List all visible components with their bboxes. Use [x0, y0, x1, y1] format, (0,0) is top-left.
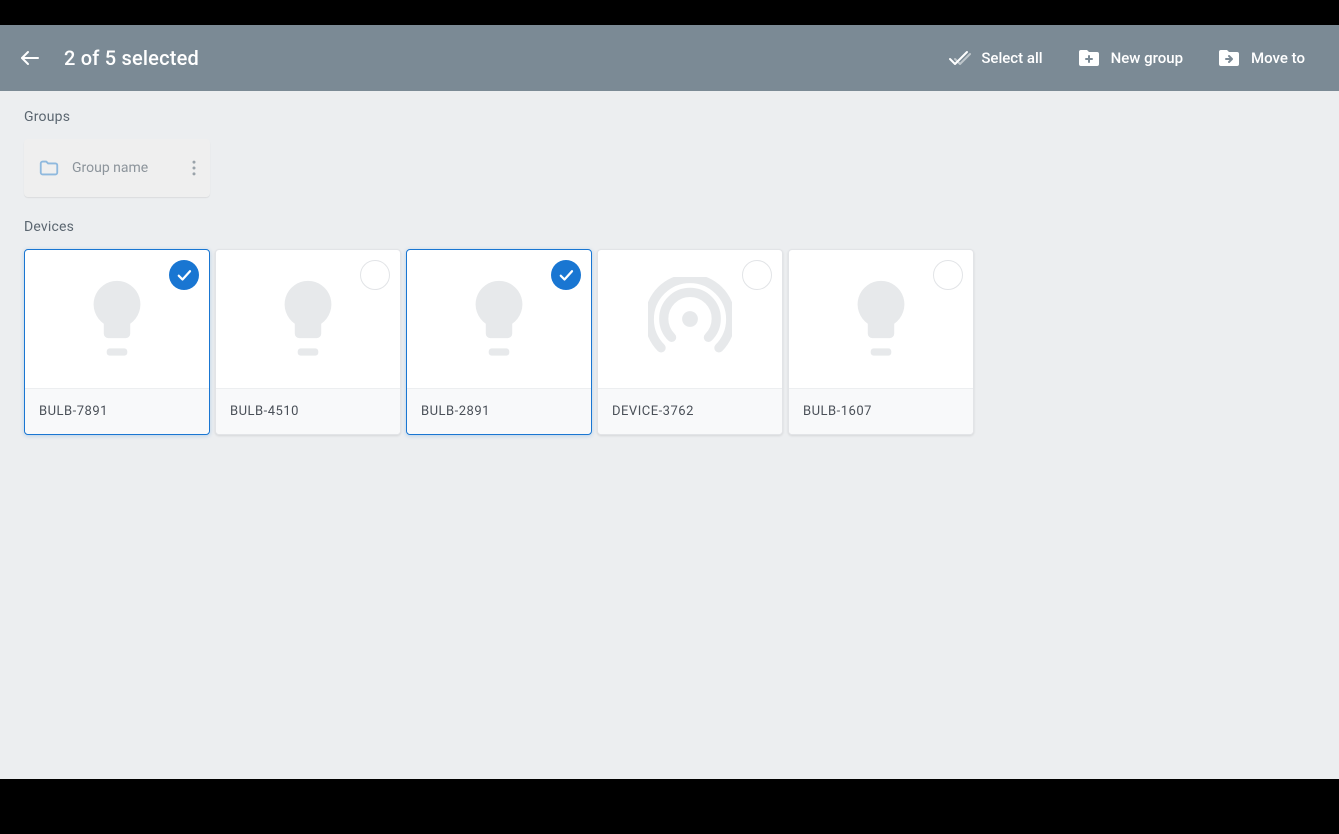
groups-row: Group name — [24, 139, 1315, 197]
device-name-label: BULB-2891 — [407, 388, 591, 434]
device-name-label: BULB-7891 — [25, 388, 209, 434]
selection-toggle[interactable] — [551, 260, 581, 290]
select-all-label: Select all — [981, 49, 1042, 67]
select-all-icon — [947, 46, 971, 70]
device-card[interactable]: DEVICE-3762 — [597, 249, 783, 435]
device-name-label: BULB-4510 — [216, 388, 400, 434]
devices-section-label: Devices — [24, 219, 1315, 235]
selection-toggle[interactable] — [169, 260, 199, 290]
selection-toggle[interactable] — [360, 260, 390, 290]
move-to-label: Move to — [1251, 49, 1305, 67]
back-arrow-icon[interactable] — [18, 46, 42, 70]
move-to-button[interactable]: Move to — [1217, 46, 1305, 70]
device-card[interactable]: BULB-4510 — [215, 249, 401, 435]
devices-row: BULB-7891 BULB-4510 BULB-2891 DEVICE-376… — [24, 249, 1315, 435]
device-name-label: DEVICE-3762 — [598, 388, 782, 434]
more-vert-icon[interactable] — [184, 158, 204, 178]
device-card[interactable]: BULB-7891 — [24, 249, 210, 435]
folder-icon — [38, 157, 60, 179]
device-card[interactable]: BULB-2891 — [406, 249, 592, 435]
device-name-label: BULB-1607 — [789, 388, 973, 434]
new-folder-icon — [1077, 46, 1101, 70]
appbar: 2 of 5 selected Select all New group Mo — [0, 25, 1339, 91]
new-group-button[interactable]: New group — [1077, 46, 1183, 70]
group-card[interactable]: Group name — [24, 139, 210, 197]
device-card[interactable]: BULB-1607 — [788, 249, 974, 435]
new-group-label: New group — [1111, 49, 1183, 67]
selection-toggle[interactable] — [933, 260, 963, 290]
select-all-button[interactable]: Select all — [947, 46, 1042, 70]
groups-section-label: Groups — [24, 109, 1315, 125]
selection-count-title: 2 of 5 selected — [64, 46, 199, 70]
move-folder-icon — [1217, 46, 1241, 70]
group-name-label: Group name — [72, 160, 172, 176]
selection-toggle[interactable] — [742, 260, 772, 290]
